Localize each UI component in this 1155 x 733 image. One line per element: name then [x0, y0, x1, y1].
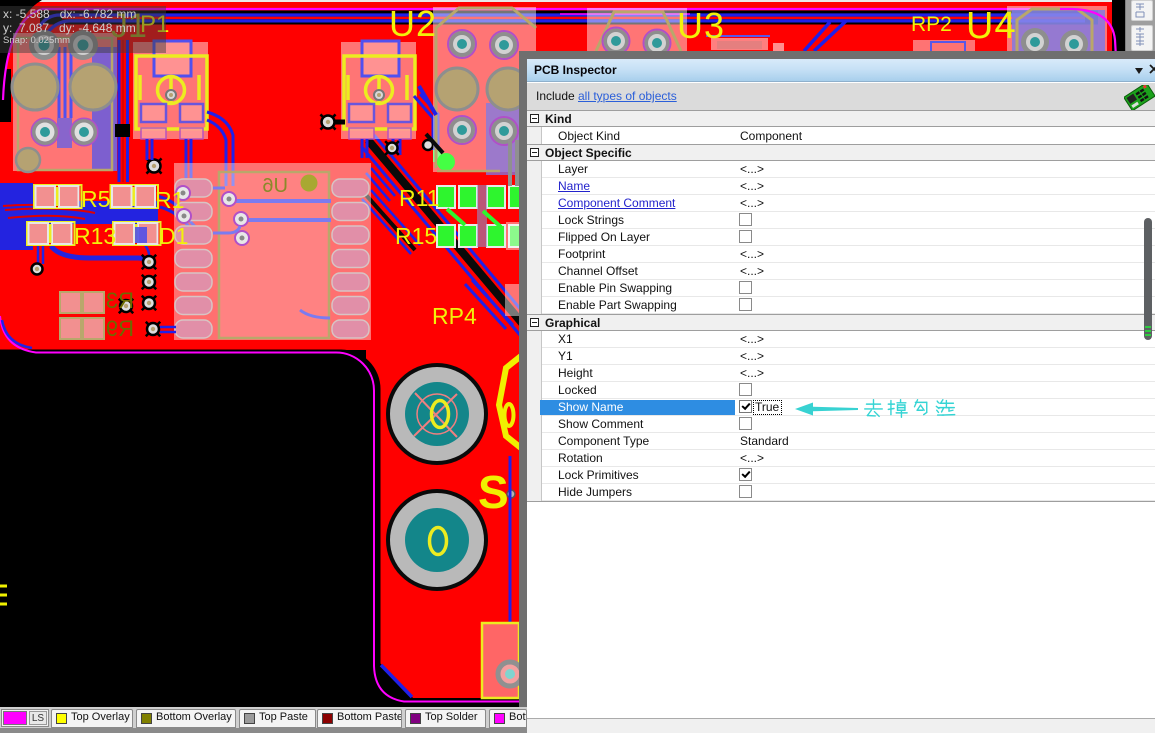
svg-text:U6: U6 — [262, 175, 288, 197]
svg-text:R15: R15 — [395, 223, 437, 249]
svg-text:RP2: RP2 — [911, 13, 952, 36]
svg-text:D1: D1 — [159, 223, 188, 249]
svg-text:R5: R5 — [81, 186, 110, 212]
svg-text:U2: U2 — [389, 3, 437, 44]
svg-text:R9: R9 — [106, 316, 134, 341]
svg-text:R1: R1 — [155, 187, 184, 213]
svg-text:U3: U3 — [677, 5, 725, 46]
svg-text:R13: R13 — [74, 223, 116, 249]
svg-text:RP4: RP4 — [432, 303, 477, 329]
svg-text:S: S — [478, 466, 511, 518]
svg-text:U4: U4 — [966, 5, 1017, 47]
svg-text:R3: R3 — [106, 288, 134, 313]
svg-text:R11: R11 — [399, 185, 440, 211]
